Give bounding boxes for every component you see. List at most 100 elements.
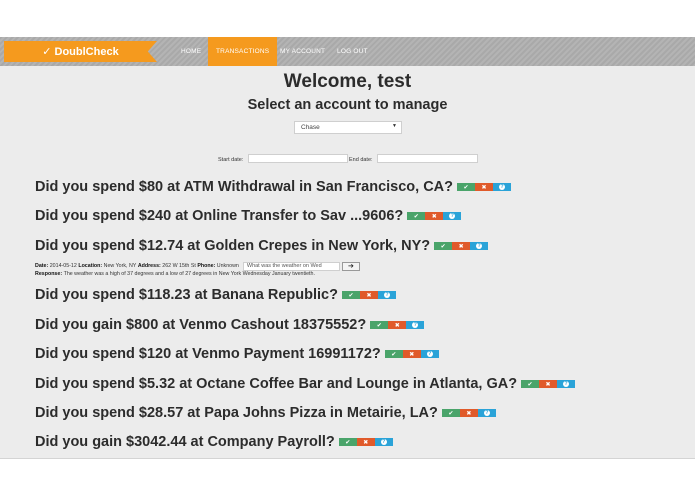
help-button[interactable]: ?	[377, 291, 396, 299]
transaction-question: Did you spend $240 at Online Transfer to…	[35, 208, 404, 224]
reject-button[interactable]: ✖	[359, 291, 378, 299]
transaction-question: Did you spend $120 at Venmo Payment 1699…	[35, 346, 381, 362]
confirm-button[interactable]: ✔	[370, 321, 389, 329]
location-label: Location:	[78, 263, 103, 269]
address-label: Address:	[137, 263, 161, 269]
help-icon: ?	[476, 243, 483, 249]
nav-transactions[interactable]: TRANSACTIONS	[208, 37, 278, 66]
start-date-label: Start date:	[218, 157, 244, 163]
check-icon: ✔	[463, 184, 469, 191]
question-input[interactable]: What was the weather on Wed	[242, 262, 340, 271]
transaction-row: Did you gain $800 at Venmo Cashout 18375…	[35, 317, 425, 333]
phone-label: Phone:	[197, 263, 216, 269]
confirm-button[interactable]: ✔	[434, 242, 453, 250]
transaction-row: Did you spend $28.57 at Papa Johns Pizza…	[35, 405, 496, 421]
close-icon: ✖	[545, 381, 551, 388]
end-date-input[interactable]	[377, 154, 478, 163]
transaction-question: Did you spend $80 at ATM Withdrawal in S…	[35, 179, 454, 195]
bottom-strip	[0, 459, 695, 494]
confirm-button[interactable]: ✔	[521, 380, 540, 388]
confirm-button[interactable]: ✔	[457, 183, 476, 191]
check-icon: ✔	[345, 439, 351, 446]
check-icon: ✔	[448, 410, 454, 417]
confirm-button[interactable]: ✔	[341, 291, 360, 299]
close-icon: ✖	[363, 439, 369, 446]
detail-phone: Unknown	[216, 263, 239, 269]
reject-button[interactable]: ✖	[388, 321, 407, 329]
end-date-label: End date:	[349, 157, 373, 163]
page-subtitle: Select an account to manage	[247, 97, 448, 113]
transaction-question: Did you gain $3042.44 at Company Payroll…	[35, 434, 335, 450]
transaction-row: Did you gain $3042.44 at Company Payroll…	[35, 434, 393, 450]
detail-date: 2014-05-12	[49, 263, 77, 269]
help-icon: ?	[499, 184, 506, 190]
reject-button[interactable]: ✖	[402, 350, 421, 358]
reject-button[interactable]: ✖	[475, 183, 494, 191]
nav-log-out[interactable]: LOG OUT	[337, 37, 368, 66]
reject-button[interactable]: ✖	[356, 438, 375, 446]
welcome-title: Welcome, test	[283, 71, 412, 92]
reject-button[interactable]: ✖	[452, 242, 471, 250]
help-button[interactable]: ?	[406, 321, 425, 329]
transaction-question: Did you spend $118.23 at Banana Republic…	[35, 287, 338, 303]
start-date-input[interactable]	[248, 154, 348, 163]
transaction-question: Did you spend $12.74 at Golden Crepes in…	[35, 238, 431, 254]
confirm-button[interactable]: ✔	[384, 350, 403, 358]
chevron-down-icon: ▼	[392, 123, 397, 129]
check-icon: ✔	[376, 322, 382, 329]
transaction-row: Did you spend $5.32 at Octane Coffee Bar…	[35, 376, 576, 392]
help-button[interactable]: ?	[420, 350, 439, 358]
reject-button[interactable]: ✖	[459, 409, 478, 417]
help-icon: ?	[426, 351, 433, 357]
check-icon: ✔	[391, 351, 397, 358]
detail-location: New York, NY	[103, 263, 137, 269]
detail-response: The weather was a high of 37 degrees and…	[63, 271, 315, 277]
confirm-button[interactable]: ✔	[338, 438, 357, 446]
account-select[interactable]: Chase ▼	[294, 121, 402, 134]
close-icon: ✖	[431, 213, 437, 220]
logo[interactable]: ✓ DoublCheck	[4, 41, 157, 62]
help-icon: ?	[412, 322, 419, 328]
check-icon: ✓	[42, 46, 52, 58]
check-icon: ✔	[527, 381, 533, 388]
confirm-button[interactable]: ✔	[441, 409, 460, 417]
response-label: Response:	[35, 271, 63, 277]
close-icon: ✖	[394, 322, 400, 329]
help-icon: ?	[563, 381, 570, 387]
check-icon: ✔	[348, 292, 354, 299]
transaction-question: Did you gain $800 at Venmo Cashout 18375…	[35, 317, 367, 333]
transaction-details: Date: 2014-05-12 Location: New York, NY …	[35, 262, 360, 278]
transaction-question: Did you spend $5.32 at Octane Coffee Bar…	[35, 376, 518, 392]
help-button[interactable]: ?	[477, 409, 496, 417]
submit-question-button[interactable]: ➔	[341, 262, 360, 271]
transaction-row: Did you spend $240 at Online Transfer to…	[35, 208, 462, 224]
nav-home[interactable]: HOME	[181, 37, 201, 66]
help-button[interactable]: ?	[443, 212, 462, 220]
close-icon: ✖	[458, 243, 464, 250]
arrow-right-icon: ➔	[347, 263, 354, 270]
transaction-row: Did you spend $120 at Venmo Payment 1699…	[35, 346, 439, 362]
transaction-question: Did you spend $28.57 at Papa Johns Pizza…	[35, 405, 438, 421]
close-icon: ✖	[409, 351, 415, 358]
close-icon: ✖	[366, 292, 372, 299]
nav-my-account[interactable]: MY ACCOUNT	[280, 37, 325, 66]
account-select-value: Chase	[301, 124, 320, 131]
close-icon: ✖	[466, 410, 472, 417]
help-button[interactable]: ?	[557, 380, 576, 388]
transaction-row: Did you spend $12.74 at Golden Crepes in…	[35, 238, 489, 254]
transaction-row: Did you spend $118.23 at Banana Republic…	[35, 287, 396, 303]
reject-button[interactable]: ✖	[539, 380, 558, 388]
main-content: Welcome, test Select an account to manag…	[0, 66, 695, 458]
help-button[interactable]: ?	[493, 183, 512, 191]
help-icon: ?	[380, 439, 387, 445]
confirm-button[interactable]: ✔	[407, 212, 426, 220]
check-icon: ✔	[413, 213, 419, 220]
help-button[interactable]: ?	[374, 438, 393, 446]
reject-button[interactable]: ✖	[425, 212, 444, 220]
help-button[interactable]: ?	[470, 242, 489, 250]
navbar: ✓ DoublCheck HOME TRANSACTIONS MY ACCOUN…	[0, 37, 695, 66]
help-icon: ?	[383, 292, 390, 298]
top-strip	[0, 0, 695, 37]
check-icon: ✔	[440, 243, 446, 250]
date-label: Date:	[35, 263, 49, 269]
